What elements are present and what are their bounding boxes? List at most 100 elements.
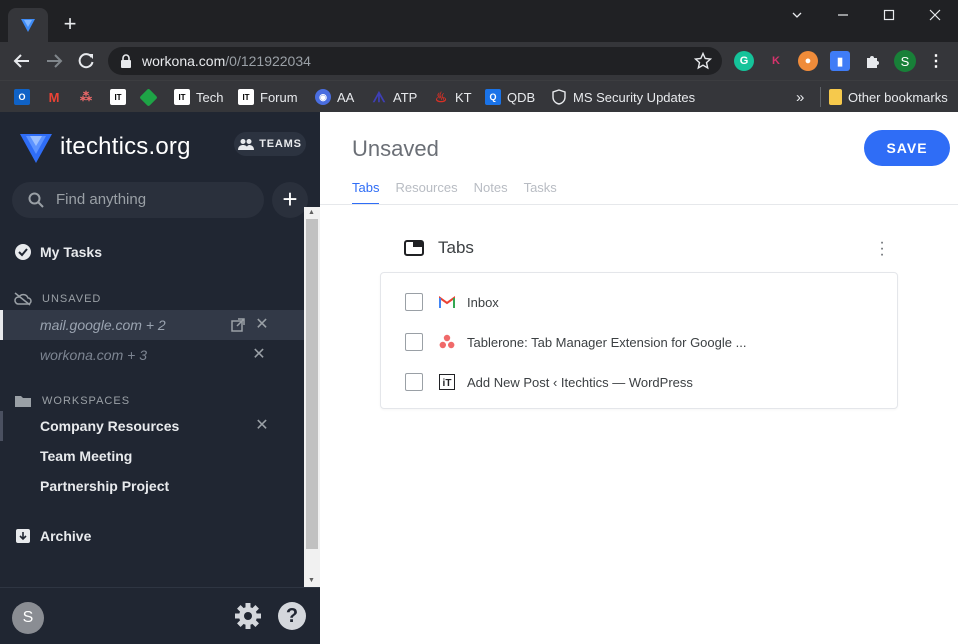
unsaved-item-label: mail.google.com + 2 xyxy=(40,317,166,333)
folder-icon xyxy=(829,89,842,105)
add-button[interactable]: + xyxy=(272,182,308,218)
find-anything-search[interactable]: Find anything xyxy=(12,182,264,218)
page-title[interactable]: Unsaved xyxy=(352,136,439,162)
section-title: Tabs xyxy=(438,238,474,257)
workspace-label: Team Meeting xyxy=(40,448,133,464)
maximize-button[interactable] xyxy=(866,6,912,26)
tab-row[interactable]: Inbox xyxy=(405,292,499,312)
bookmark-itechtics[interactable]: IT xyxy=(110,87,126,107)
cloud-off-icon xyxy=(14,292,32,306)
tab-tabs[interactable]: Tabs xyxy=(352,180,380,205)
tab-row[interactable]: Tablerone: Tab Manager Extension for Goo… xyxy=(405,332,746,352)
outlook-icon: O xyxy=(14,89,30,105)
tab-checkbox[interactable] xyxy=(405,293,423,311)
sidebar-scrollbar[interactable]: ▲ ▼ xyxy=(304,207,320,589)
teams-button[interactable]: TEAMS xyxy=(234,132,306,156)
back-button[interactable] xyxy=(10,49,34,73)
browser-tab-workona[interactable] xyxy=(8,8,48,42)
check-circle-icon xyxy=(15,244,31,260)
bookmark-diamond[interactable] xyxy=(139,87,158,107)
open-external-icon[interactable] xyxy=(231,318,245,332)
bookmark-qdb[interactable]: Q QDB xyxy=(485,87,535,107)
bookmark-star-icon[interactable] xyxy=(694,52,712,70)
bookmark-atp[interactable]: ᗑ ATP xyxy=(371,87,417,107)
archive-item[interactable]: Archive xyxy=(0,521,304,551)
search-icon xyxy=(28,192,44,208)
tab-notes[interactable]: Notes xyxy=(474,180,508,205)
tabs-section-header: Tabs xyxy=(404,238,474,258)
other-bookmarks[interactable]: Other bookmarks xyxy=(829,87,948,107)
my-tasks-item[interactable]: My Tasks xyxy=(0,237,304,267)
close-window-button[interactable] xyxy=(912,6,958,26)
puzzle-extensions-icon[interactable] xyxy=(862,51,882,71)
tab-tasks[interactable]: Tasks xyxy=(524,180,557,205)
bookmark-tech[interactable]: IT Tech xyxy=(174,87,223,107)
honey-extension-icon[interactable]: ● xyxy=(798,51,818,71)
workspace-item-team-meeting[interactable]: Team Meeting xyxy=(0,441,304,471)
unsaved-item-workona[interactable]: workona.com + 3 ✕ xyxy=(0,340,304,370)
itechtics-icon: iT xyxy=(439,374,455,390)
bookmark-aa[interactable]: ◉ AA xyxy=(315,87,354,107)
gear-icon[interactable] xyxy=(234,602,262,630)
workspace-label: Company Resources xyxy=(40,418,180,434)
search-placeholder: Find anything xyxy=(56,191,147,208)
forward-button[interactable] xyxy=(42,49,66,73)
reload-button[interactable] xyxy=(74,49,98,73)
profile-avatar[interactable]: S xyxy=(894,50,916,72)
tab-strip: + xyxy=(0,0,958,42)
bookmark-asana[interactable]: ⁂ xyxy=(78,87,94,107)
bookmark-kt[interactable]: ♨ KT xyxy=(433,87,472,107)
close-icon[interactable]: ✕ xyxy=(255,418,269,434)
tab-resources[interactable]: Resources xyxy=(395,180,457,205)
scrollbar-thumb[interactable] xyxy=(306,219,318,549)
scroll-up-arrow-icon[interactable]: ▲ xyxy=(308,209,315,216)
tab-title: Inbox xyxy=(467,294,499,310)
workspaces-section-header: WORKSPACES xyxy=(14,394,130,408)
workspace-item-company-resources[interactable]: Company Resources ✕ xyxy=(0,411,304,441)
close-icon[interactable]: ✕ xyxy=(252,347,266,363)
arrow-right-icon xyxy=(47,54,63,68)
people-icon xyxy=(238,139,255,150)
section-more-icon[interactable]: · · · xyxy=(878,235,886,263)
workspace-item-partnership-project[interactable]: Partnership Project xyxy=(0,471,304,501)
tab-title: Tablerone: Tab Manager Extension for Goo… xyxy=(467,334,747,350)
menu-kebab-icon[interactable]: ⋮ xyxy=(926,51,946,71)
tab-row[interactable]: iT Add New Post ‹ Itechtics — WordPress xyxy=(405,372,693,392)
itechtics-icon: IT xyxy=(174,89,190,105)
bookmark-gmail[interactable]: M xyxy=(46,87,62,107)
archive-label: Archive xyxy=(40,528,92,544)
bookmark-outlook[interactable]: O xyxy=(14,87,30,107)
k-extension-icon[interactable]: K xyxy=(766,51,786,71)
archive-icon xyxy=(16,529,30,543)
address-bar[interactable]: workona.com/0/121922034 xyxy=(108,47,722,75)
grammarly-extension-icon[interactable]: G xyxy=(734,51,754,71)
brand-logo[interactable]: itechtics.org xyxy=(20,130,191,164)
close-icon[interactable]: ✕ xyxy=(255,317,269,333)
unsaved-item-mail[interactable]: mail.google.com + 2 ✕ xyxy=(0,310,304,340)
unsaved-header-label: UNSAVED xyxy=(42,293,102,305)
main-panel: Unsaved SAVE Tabs Resources Notes Tasks … xyxy=(320,112,958,644)
minimize-button[interactable] xyxy=(820,6,866,26)
bookmarks-overflow-button[interactable]: » xyxy=(796,87,804,107)
tab-title: Add New Post ‹ Itechtics — WordPress xyxy=(467,374,693,390)
new-tab-button[interactable]: + xyxy=(58,12,82,36)
workspace-brand-name: itechtics.org xyxy=(60,133,191,160)
save-button[interactable]: SAVE xyxy=(864,130,950,166)
bookmark-ms-security[interactable]: MS Security Updates xyxy=(551,87,695,107)
tab-window-icon xyxy=(404,240,424,256)
unsaved-item-label: workona.com + 3 xyxy=(40,347,147,363)
lock-icon xyxy=(121,54,131,68)
chevron-down-icon[interactable] xyxy=(774,6,820,26)
tab-checkbox[interactable] xyxy=(405,373,423,391)
bookmark-extension-icon[interactable]: ▮ xyxy=(830,51,850,71)
browser-chrome: + workona.com/0/121922034 G K ● ▮ S ⋮ O … xyxy=(0,0,958,112)
bookmark-forum[interactable]: IT Forum xyxy=(238,87,298,107)
tab-checkbox[interactable] xyxy=(405,333,423,351)
gmail-icon xyxy=(439,294,455,310)
scroll-down-arrow-icon[interactable]: ▼ xyxy=(308,577,315,584)
help-icon[interactable]: ? xyxy=(278,602,306,630)
tabs-list-card: Inbox Tablerone: Tab Manager Extension f… xyxy=(380,272,898,409)
workspace-label: Partnership Project xyxy=(40,478,170,494)
bookmarks-divider xyxy=(820,87,821,107)
user-avatar[interactable]: S xyxy=(12,602,44,634)
